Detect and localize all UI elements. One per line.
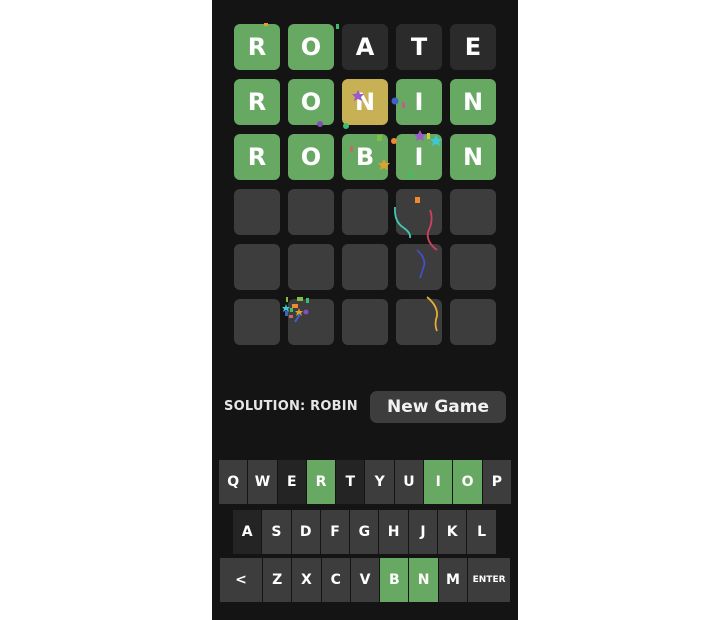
key-z[interactable]: Z [263, 558, 292, 602]
keyboard-row-3: < Z X C V B N M ENTER [220, 558, 511, 602]
key-i[interactable]: I [424, 460, 453, 504]
key-e[interactable]: E [277, 460, 306, 504]
tile-empty [234, 299, 280, 345]
enter-key[interactable]: ENTER [468, 558, 511, 602]
key-k[interactable]: K [438, 510, 467, 554]
tile-correct: I [396, 79, 442, 125]
tile-absent: E [450, 24, 496, 70]
board-row [234, 189, 496, 235]
tile-correct: O [288, 24, 334, 70]
tile-correct: R [234, 79, 280, 125]
tile-empty [396, 299, 442, 345]
key-c[interactable]: C [321, 558, 350, 602]
key-g[interactable]: G [350, 510, 379, 554]
board-row [234, 244, 496, 290]
key-b[interactable]: B [380, 558, 409, 602]
key-y[interactable]: Y [365, 460, 394, 504]
wordle-app: ROATERONINROBIN SOLUTION: ROBIN New Game… [212, 0, 518, 620]
tile-correct: B [342, 134, 388, 180]
key-p[interactable]: P [482, 460, 511, 504]
tile-correct: O [288, 79, 334, 125]
tile-correct: N [450, 134, 496, 180]
board-row: RONIN [234, 79, 496, 125]
key-q[interactable]: Q [219, 460, 248, 504]
key-l[interactable]: L [467, 510, 496, 554]
tile-correct: R [234, 24, 280, 70]
tile-absent: T [396, 24, 442, 70]
key-h[interactable]: H [379, 510, 408, 554]
key-x[interactable]: X [292, 558, 321, 602]
key-f[interactable]: F [320, 510, 350, 554]
key-r[interactable]: R [306, 460, 336, 504]
board-row: ROBIN [234, 134, 496, 180]
backspace-key[interactable]: < [220, 558, 262, 602]
key-j[interactable]: J [408, 510, 438, 554]
tile-empty [342, 244, 388, 290]
tile-empty [450, 299, 496, 345]
keyboard-row-2: ASDFGHJKL [233, 510, 496, 554]
tile-absent: A [342, 24, 388, 70]
board-row: ROATE [234, 24, 496, 70]
tile-present: N [342, 79, 388, 125]
key-w[interactable]: W [248, 460, 277, 504]
key-o[interactable]: O [453, 460, 482, 504]
tile-empty [342, 299, 388, 345]
tile-correct: O [288, 134, 334, 180]
key-a[interactable]: A [233, 510, 262, 554]
tile-empty [396, 244, 442, 290]
key-n[interactable]: N [409, 558, 438, 602]
key-s[interactable]: S [262, 510, 291, 554]
tile-empty [288, 244, 334, 290]
tile-correct: R [234, 134, 280, 180]
key-m[interactable]: M [438, 558, 468, 602]
tile-correct: I [396, 134, 442, 180]
game-board: ROATERONINROBIN [234, 24, 496, 354]
status-bar: SOLUTION: ROBIN New Game [224, 391, 510, 423]
key-u[interactable]: U [394, 460, 424, 504]
tile-empty [234, 189, 280, 235]
tile-empty [450, 189, 496, 235]
keyboard-row-1: QWERTYUIOP [219, 460, 511, 504]
tile-empty [342, 189, 388, 235]
board-row [234, 299, 496, 345]
tile-empty [288, 189, 334, 235]
tile-empty [234, 244, 280, 290]
tile-empty [450, 244, 496, 290]
tile-correct: N [450, 79, 496, 125]
tile-empty [288, 299, 334, 345]
tile-empty [396, 189, 442, 235]
solution-label: SOLUTION: ROBIN [224, 399, 358, 414]
key-v[interactable]: V [350, 558, 380, 602]
key-t[interactable]: T [336, 460, 365, 504]
new-game-button[interactable]: New Game [370, 391, 506, 423]
key-d[interactable]: D [291, 510, 320, 554]
